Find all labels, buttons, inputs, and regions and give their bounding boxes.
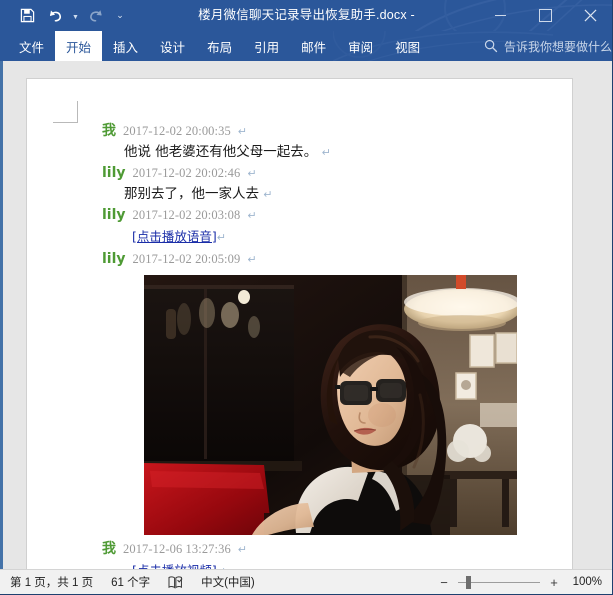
search-icon [484, 39, 498, 53]
message-text-content: 那别去了，他一家人去 [124, 186, 259, 202]
message-header: 我 2017-12-02 20:00:35 ↵ [102, 121, 532, 142]
message-timestamp: 2017-12-02 20:00:35 [123, 124, 231, 138]
message-sender: lily [102, 251, 126, 267]
close-button[interactable] [568, 0, 612, 31]
title-bar: ▼ ⌄ 楼月微信聊天记录导出恢复助手.docx - [0, 0, 612, 31]
paragraph-mark: ↵ [247, 168, 257, 180]
message-sender: 我 [102, 123, 116, 139]
tell-me-search[interactable]: 告诉我你想要做什么 [484, 31, 612, 61]
margin-corner-mark [53, 101, 103, 123]
tell-me-label: 告诉我你想要做什么 [504, 39, 613, 54]
status-bar-left: 第 1 页，共 1 页 61 个字 中文(中国) [0, 574, 255, 590]
word-window: ▼ ⌄ 楼月微信聊天记录导出恢复助手.docx - 文件 开始 插入 设计 布局… [0, 0, 613, 595]
save-icon[interactable] [14, 4, 40, 28]
message-link-row: [点击播放语音]↵ [102, 226, 532, 249]
proofing-icon[interactable] [168, 575, 183, 589]
window-controls [478, 0, 612, 31]
paragraph-mark: ↵ [237, 126, 248, 138]
status-bar-right: − + 100% [439, 575, 612, 589]
chat-transcript: 我 2017-12-02 20:00:35 ↵ 他说 他老婆还有他父母一起去。 … [102, 121, 532, 570]
message-header: 我 2017-12-06 13:27:36 ↵ [102, 539, 532, 560]
minimize-button[interactable] [478, 0, 523, 31]
tab-design[interactable]: 设计 [149, 31, 196, 61]
ribbon-tabs: 文件 开始 插入 设计 布局 引用 邮件 审阅 视图 [0, 31, 431, 61]
message-text: 那别去了，他一家人去 ↵ [102, 184, 532, 205]
tab-home[interactable]: 开始 [55, 31, 103, 61]
paragraph-mark: ↵ [263, 188, 273, 201]
ribbon-tab-bar: 文件 开始 插入 设计 布局 引用 邮件 审阅 视图 告诉我你想要做什么 [0, 31, 612, 61]
message-header: lily 2017-12-02 20:03:08 ↵ [102, 205, 532, 226]
tab-review[interactable]: 审阅 [337, 31, 384, 61]
zoom-slider[interactable] [458, 575, 540, 589]
message-sender: 我 [102, 541, 116, 557]
message-timestamp: 2017-12-02 20:05:09 [132, 252, 241, 266]
message-header: lily 2017-12-02 20:02:46 ↵ [102, 163, 532, 184]
page-indicator[interactable]: 第 1 页，共 1 页 [10, 574, 93, 590]
message-sender: lily [102, 165, 126, 181]
paragraph-mark: ↵ [247, 210, 257, 222]
customize-qat-icon[interactable]: ⌄ [111, 4, 129, 28]
zoom-in-button[interactable]: + [549, 576, 559, 589]
tab-file[interactable]: 文件 [8, 31, 55, 61]
message-text-content: 他说 他老婆还有他父母一起去。 [124, 144, 318, 160]
undo-dropdown-icon[interactable]: ▼ [70, 4, 81, 28]
play-voice-link[interactable]: [点击播放语音] [132, 229, 217, 244]
status-bar: 第 1 页，共 1 页 61 个字 中文(中国) − + 100% [0, 569, 612, 594]
paragraph-mark: ↵ [237, 544, 248, 556]
word-count[interactable]: 61 个字 [111, 574, 150, 590]
tab-view[interactable]: 视图 [384, 31, 431, 61]
tab-references[interactable]: 引用 [243, 31, 290, 61]
tab-layout[interactable]: 布局 [196, 31, 243, 61]
maximize-button[interactable] [523, 0, 568, 31]
zoom-slider-handle[interactable] [466, 575, 471, 589]
document-page[interactable]: 我 2017-12-02 20:00:35 ↵ 他说 他老婆还有他父母一起去。 … [27, 79, 572, 570]
message-header: lily 2017-12-02 20:05:09 ↵ [102, 249, 532, 270]
redo-icon[interactable] [83, 4, 109, 28]
zoom-level-label[interactable]: 100% [568, 576, 602, 588]
chat-photo[interactable] [144, 275, 517, 535]
message-text: 他说 他老婆还有他父母一起去。 ↵ [102, 142, 532, 163]
message-timestamp: 2017-12-06 13:27:36 [123, 542, 231, 556]
message-image-row [102, 275, 532, 535]
document-work-area[interactable]: 我 2017-12-02 20:00:35 ↵ 他说 他老婆还有他父母一起去。 … [0, 61, 612, 570]
tab-insert[interactable]: 插入 [102, 31, 149, 61]
paragraph-mark: ↵ [321, 146, 331, 159]
message-timestamp: 2017-12-02 20:02:46 [132, 166, 241, 180]
language-indicator[interactable]: 中文(中国) [201, 574, 255, 590]
message-timestamp: 2017-12-02 20:03:08 [132, 208, 241, 222]
quick-access-toolbar: ▼ ⌄ [14, 0, 129, 31]
undo-icon[interactable] [42, 4, 68, 28]
message-sender: lily [102, 207, 126, 223]
paragraph-mark: ↵ [247, 254, 257, 266]
tab-mailings[interactable]: 邮件 [290, 31, 337, 61]
zoom-out-button[interactable]: − [439, 576, 449, 589]
paragraph-mark: ↵ [216, 232, 226, 244]
